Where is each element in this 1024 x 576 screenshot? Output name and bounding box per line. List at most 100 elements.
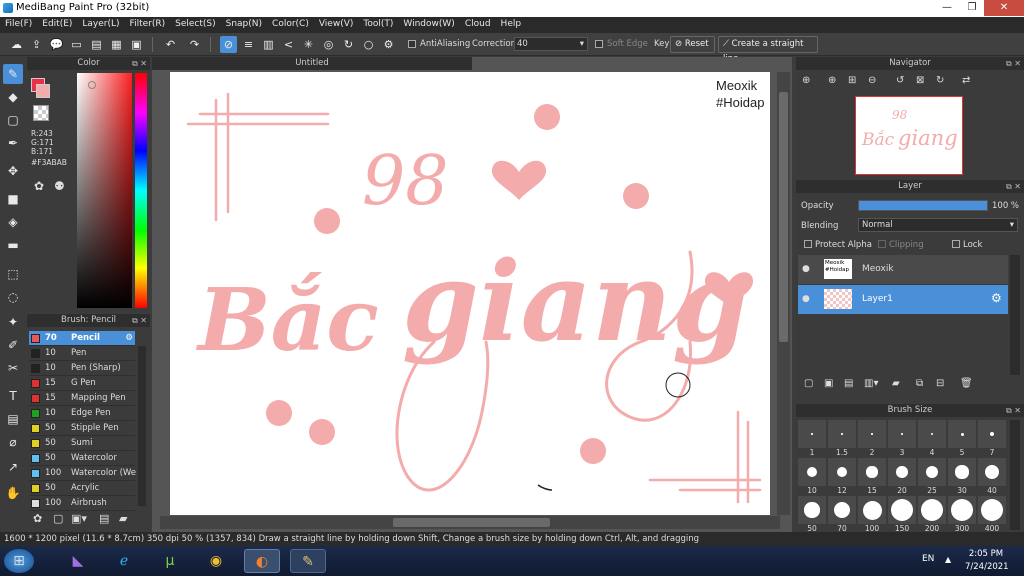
fit-icon[interactable]: ⊞ — [848, 75, 856, 86]
medibang-icon[interactable]: ◐ — [244, 549, 280, 573]
menu-snap[interactable]: Snap(N) — [221, 17, 267, 32]
eraser-tool-icon[interactable]: ◆ — [3, 87, 23, 107]
paint-icon[interactable]: ✎ — [290, 549, 326, 573]
start-orb[interactable]: ⊞ — [4, 549, 34, 573]
menu-cloud[interactable]: Cloud — [460, 17, 496, 32]
palette-icon[interactable]: ⚉ — [54, 179, 65, 193]
brush-size-cell[interactable] — [948, 496, 976, 524]
brush-item[interactable]: 15 G Pen — [29, 376, 135, 391]
horizontal-scroll-thumb[interactable] — [393, 518, 550, 527]
brush-item[interactable]: 10 Pen — [29, 346, 135, 361]
zoom-in-icon[interactable]: ⊕ — [828, 75, 836, 86]
menu-select[interactable]: Select(S) — [170, 17, 221, 32]
snap-perspective-icon[interactable]: < — [280, 36, 297, 53]
snap-curve-icon[interactable]: ↻ — [340, 36, 357, 53]
minimize-button[interactable]: — — [935, 0, 959, 16]
eyedropper-icon[interactable]: ⌀ — [3, 432, 23, 452]
soft-edge-checkbox[interactable] — [595, 40, 603, 48]
brush-size-cell[interactable] — [918, 458, 946, 486]
brush-size-cell[interactable] — [858, 420, 886, 448]
cloud-icon[interactable]: ☁ — [8, 36, 25, 53]
brush-size-cell[interactable] — [978, 496, 1006, 524]
ie-icon[interactable]: ℯ — [106, 549, 142, 573]
brush-size-cell[interactable] — [978, 458, 1006, 486]
brush-size-cell[interactable] — [888, 496, 916, 524]
text-tool-icon[interactable]: T — [3, 386, 23, 406]
layer-row-meoxik[interactable]: ● Meoxik #Hoidap Meoxik — [798, 255, 1008, 284]
restore-button[interactable]: ❐ — [960, 0, 984, 16]
brush-size-cell[interactable] — [858, 458, 886, 486]
select-rect-icon[interactable]: ⬚ — [3, 264, 23, 284]
new-brush-icon[interactable]: ▢ — [53, 512, 63, 525]
brush-size-cell[interactable] — [948, 420, 976, 448]
bucket-tool-icon[interactable]: ◈ — [3, 212, 23, 232]
zoom-out-icon[interactable]: ⊖ — [868, 75, 876, 86]
menu-edit[interactable]: Edit(E) — [37, 17, 77, 32]
vertical-scrollbar[interactable] — [777, 72, 790, 515]
brush-tool-icon[interactable]: ✎ — [3, 64, 23, 84]
snap-radial-icon[interactable]: ✳ — [300, 36, 317, 53]
share-icon[interactable]: ⇪ — [28, 36, 45, 53]
add-layer-menu-icon[interactable]: ▥▾ — [864, 378, 878, 389]
brush-item[interactable]: 50 Sumi — [29, 436, 135, 451]
duplicate-layer-icon[interactable]: ⧉ — [916, 378, 923, 389]
rotate-right-icon[interactable]: ↻ — [936, 75, 944, 86]
language-indicator[interactable]: EN — [922, 554, 934, 564]
brush-size-cell[interactable] — [798, 420, 826, 448]
saturation-brightness-picker[interactable] — [77, 73, 132, 308]
eye-icon[interactable]: ● — [802, 294, 810, 304]
panel-controls-icon[interactable]: ⧉ ✕ — [1006, 180, 1021, 193]
fill-rect-icon[interactable]: ■ — [3, 189, 23, 209]
menu-tool[interactable]: Tool(T) — [358, 17, 398, 32]
navigator-preview[interactable]: Bắc giang 98 — [855, 96, 963, 175]
brush-item[interactable]: 10 Pen (Sharp) — [29, 361, 135, 376]
clipping-checkbox[interactable] — [878, 240, 886, 248]
brush-item[interactable]: 100 Watercolor (We — [29, 466, 136, 481]
brush-item[interactable]: 10 Edge Pen — [29, 406, 135, 421]
snap-off-icon[interactable]: ⊘ — [220, 36, 237, 53]
brush-item[interactable]: 70 Pencil ⚙ — [29, 331, 135, 346]
select-pen-icon[interactable]: ✐ — [3, 335, 23, 355]
menu-help[interactable]: Help — [496, 17, 527, 32]
gear-icon[interactable]: ⚙ — [991, 291, 1002, 305]
brush-size-cell[interactable] — [828, 420, 856, 448]
rotate-left-icon[interactable]: ↺ — [896, 75, 904, 86]
gradient-tool-icon[interactable]: ▬ — [3, 235, 23, 255]
brush-item[interactable]: 50 Stipple Pen — [29, 421, 135, 436]
snap-parallel-icon[interactable]: ≡ — [240, 36, 257, 53]
menu-view[interactable]: View(V) — [314, 17, 359, 32]
close-button[interactable]: ✕ — [984, 0, 1024, 16]
menu-layer[interactable]: Layer(L) — [77, 17, 124, 32]
folder-icon[interactable]: ▰ — [119, 512, 127, 525]
brush-size-cell[interactable] — [798, 496, 826, 524]
magic-wand-icon[interactable]: ✦ — [3, 312, 23, 332]
straight-line-button[interactable]: ⟋ Create a straight line — [718, 36, 818, 64]
brush-item[interactable]: 50 Watercolor — [29, 451, 135, 466]
hand-tool-icon[interactable]: ✋ — [3, 483, 23, 503]
comment-icon[interactable]: 💬 — [48, 36, 65, 53]
folder-icon[interactable]: ▰ — [892, 378, 900, 389]
brush-item[interactable]: 50 Acrylic — [29, 481, 135, 496]
brush-size-cell[interactable] — [918, 420, 946, 448]
brush-size-cell[interactable] — [828, 458, 856, 486]
brush-item[interactable]: 100 Airbrush — [29, 496, 135, 511]
brush-item[interactable]: 15 Mapping Pen — [29, 391, 135, 406]
layer-row-layer1[interactable]: ● Layer1 ⚙ — [798, 285, 1008, 314]
delete-layer-icon[interactable]: 🗑 — [960, 378, 973, 389]
chrome-icon[interactable]: ◉ — [198, 549, 234, 573]
new-halftone-layer-icon[interactable]: ▣ — [824, 378, 833, 389]
utorrent-icon[interactable]: µ — [152, 549, 188, 573]
redo-icon[interactable]: ↷ — [186, 36, 203, 53]
reset-rotate-icon[interactable]: ⊠ — [916, 75, 924, 86]
horizontal-scrollbar[interactable] — [160, 516, 780, 529]
brush-size-scrollbar[interactable] — [1010, 420, 1020, 530]
undo-icon[interactable]: ↶ — [162, 36, 179, 53]
color-wheel-icon[interactable]: ✿ — [34, 179, 44, 193]
menu-file[interactable]: File(F) — [0, 17, 37, 32]
menu-window[interactable]: Window(W) — [398, 17, 459, 32]
menu-filter[interactable]: Filter(R) — [125, 17, 171, 32]
add-brush-icon[interactable]: ▣▾ — [71, 512, 87, 525]
protect-alpha-checkbox[interactable] — [804, 240, 812, 248]
brush-list-scrollbar[interactable] — [138, 346, 146, 506]
gear-icon[interactable]: ⚙ — [125, 331, 133, 345]
